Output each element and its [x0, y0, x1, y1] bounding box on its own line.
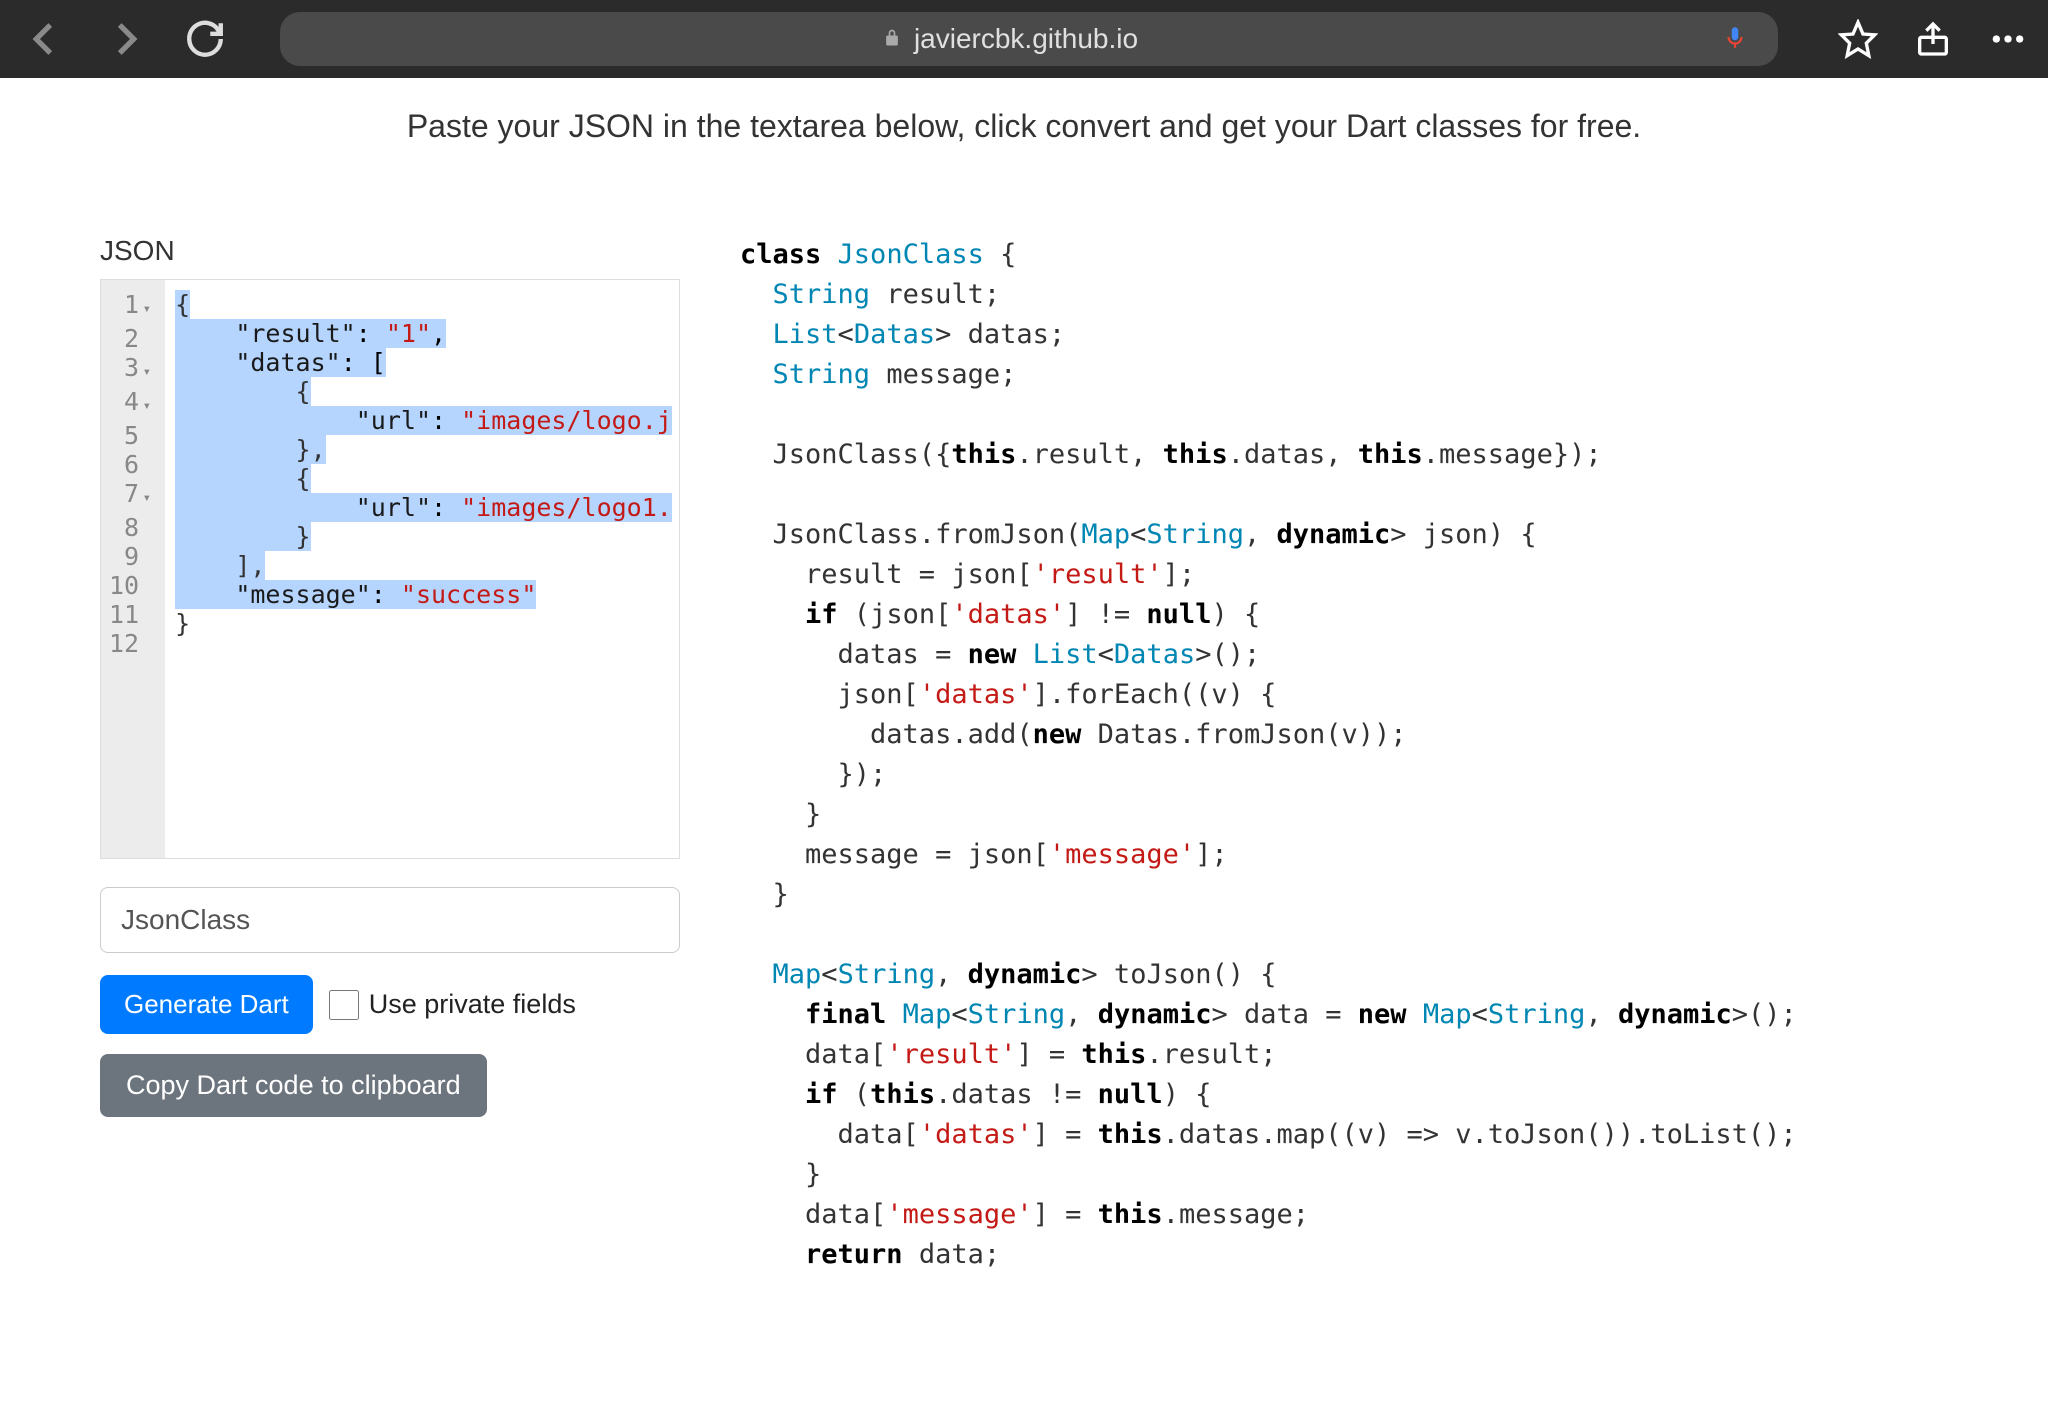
private-fields-checkbox-wrap[interactable]: Use private fields	[329, 989, 576, 1020]
generate-dart-button[interactable]: Generate Dart	[100, 975, 313, 1034]
editor-body[interactable]: { "result": "1", "datas": [ { "url": "im…	[165, 280, 679, 858]
private-fields-label: Use private fields	[369, 989, 576, 1020]
editor-gutter: 1▾2 3▾4▾5 6 7▾8 9 10 11 12	[101, 280, 165, 858]
url-text: javiercbk.github.io	[914, 23, 1138, 55]
lock-icon	[882, 23, 902, 55]
mic-icon[interactable]	[1722, 24, 1748, 55]
page-content: Paste your JSON in the textarea below, c…	[0, 78, 2048, 1275]
page-tagline: Paste your JSON in the textarea below, c…	[0, 108, 2048, 145]
left-column: JSON 1▾2 3▾4▾5 6 7▾8 9 10 11 12 { "resul…	[100, 235, 680, 1275]
bookmark-button[interactable]	[1838, 19, 1878, 59]
back-button[interactable]	[20, 14, 70, 64]
json-editor[interactable]: 1▾2 3▾4▾5 6 7▾8 9 10 11 12 { "result": "…	[100, 279, 680, 859]
copy-dart-button[interactable]: Copy Dart code to clipboard	[100, 1054, 487, 1117]
right-column: class JsonClass { String result; List<Da…	[740, 235, 1968, 1275]
share-button[interactable]	[1913, 19, 1953, 59]
dart-output: class JsonClass { String result; List<Da…	[740, 235, 1968, 1275]
address-bar[interactable]: javiercbk.github.io	[280, 12, 1778, 66]
class-name-input[interactable]	[100, 887, 680, 953]
reload-button[interactable]	[180, 14, 230, 64]
json-label: JSON	[100, 235, 680, 267]
browser-toolbar: javiercbk.github.io	[0, 0, 2048, 78]
private-fields-checkbox[interactable]	[329, 990, 359, 1020]
more-button[interactable]	[1988, 19, 2028, 59]
forward-button[interactable]	[100, 14, 150, 64]
